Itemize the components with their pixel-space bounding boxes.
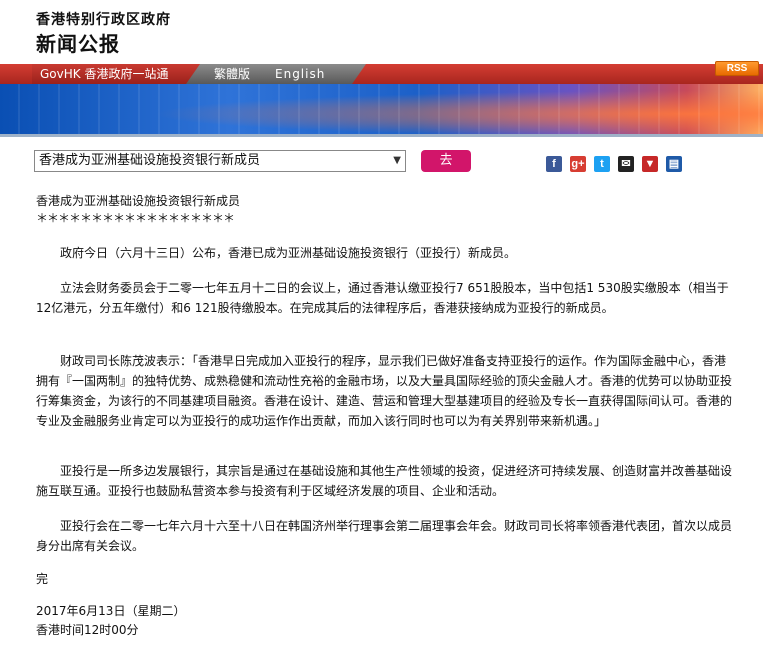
selected-article-value: 香港成为亚洲基础设施投资银行新成员 (39, 153, 261, 168)
press-release-title: 新闻公报 (36, 32, 120, 56)
article-paragraph-5: 亚投行会在二零一七年六月十六至十八日在韩国济州举行理事会第二届理事会年会。财政司… (36, 519, 733, 553)
govhk-link[interactable]: GovHK 香港政府一站通 (32, 64, 204, 84)
go-button[interactable]: 去 (421, 150, 471, 172)
chevron-down-icon: ▼ (393, 155, 401, 166)
facebook-icon[interactable]: f (546, 156, 562, 172)
google-plus-icon[interactable]: g+ (570, 156, 586, 172)
header-banner (0, 84, 763, 134)
release-time: 香港时间12时00分 (36, 623, 139, 637)
article-paragraph-4: 亚投行是一所多边发展银行，其宗旨是通过在基础设施和其他生产性领域的投资，促进经济… (36, 464, 733, 498)
article-paragraph-3: 财政司司长陈茂波表示：「香港早日完成加入亚投行的程序，显示我们已做好准备支持亚投… (36, 354, 733, 428)
bookmark-icon[interactable]: ▼ (642, 156, 658, 172)
print-icon[interactable]: ▤ (666, 156, 682, 172)
article-paragraph-2: 立法会财务委员会于二零一七年五月十二日的会议上，通过香港认缴亚投行7 651股股… (36, 281, 729, 315)
article-select-dropdown[interactable]: 香港成为亚洲基础设施投资银行新成员 ▼ (34, 150, 406, 172)
government-name: 香港特别行政区政府 (36, 12, 171, 28)
release-date: 2017年6月13日（星期二） (36, 604, 186, 618)
end-mark: 完 (36, 572, 49, 586)
title-separator: ＊＊＊＊＊＊＊＊＊＊＊＊＊＊＊＊＊＊ (36, 211, 235, 225)
article-paragraph-1: 政府今日（六月十三日）公布，香港已成为亚洲基础设施投资银行（亚投行）新成员。 (60, 246, 517, 260)
top-navigation-bar: GovHK 香港政府一站通 繁體版 English (0, 64, 763, 84)
traditional-chinese-link[interactable]: 繁體版 (214, 64, 250, 84)
english-link[interactable]: English (275, 64, 325, 84)
email-icon[interactable]: ✉ (618, 156, 634, 172)
rss-feed-icon[interactable]: RSS (715, 61, 759, 76)
banner-divider (0, 134, 763, 137)
twitter-icon[interactable]: t (594, 156, 610, 172)
